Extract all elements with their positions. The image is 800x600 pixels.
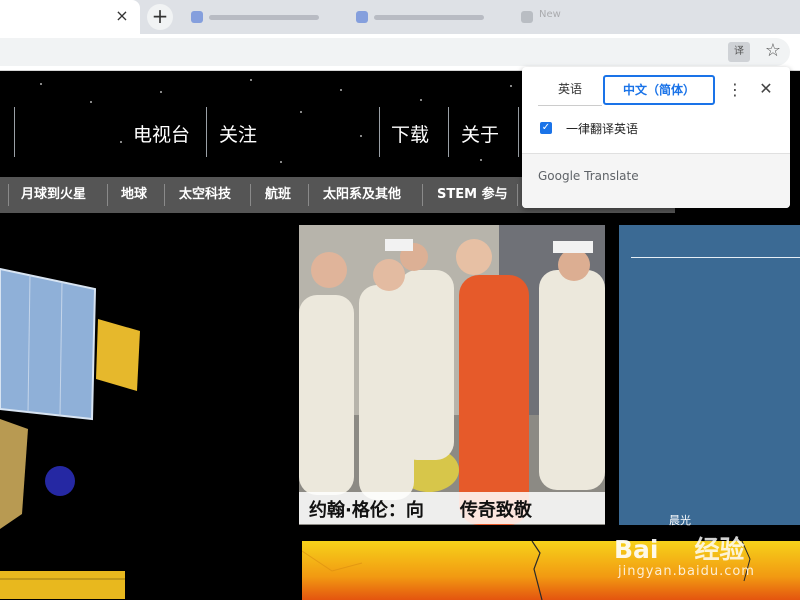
subnav-item-space-tech[interactable]: 太空科技 [179, 177, 231, 213]
subnav-divider [164, 184, 165, 206]
close-tab-icon[interactable]: × [112, 6, 132, 26]
nav-item-about[interactable]: 关于 [461, 120, 499, 147]
panel-divider [631, 257, 800, 258]
background-tab[interactable] [185, 6, 335, 28]
baidu-jingyan-watermark: Bai 经验 jingyan.baidu.com [610, 530, 800, 600]
translate-icon[interactable]: 译 [728, 42, 750, 62]
subnav-item-solar-system[interactable]: 太阳系及其他 [323, 177, 401, 213]
translate-popup: 英语 中文（简体） ⋮ ✕ ✓ 一律翻译英语 Google Translate [522, 67, 790, 208]
star-dot [300, 111, 302, 113]
always-translate-label[interactable]: 一律翻译英语 [566, 120, 638, 137]
nav-item-follow[interactable]: 关注 [219, 120, 257, 147]
tab-favicon-icon [521, 11, 533, 23]
nav-item-tv[interactable]: 电视台 [133, 120, 190, 147]
background-tab[interactable]: New [515, 6, 665, 28]
subnav-divider [422, 184, 423, 206]
feature-caption-text: 约翰·格伦：向 传奇致敬 [309, 500, 532, 521]
nav-divider [448, 107, 449, 157]
google-translate-brand: Google Translate [538, 169, 639, 183]
subnav-item-moon-to-mars[interactable]: 月球到火星 [21, 177, 86, 213]
star-dot [120, 141, 122, 143]
star-dot [360, 135, 362, 137]
nav-divider [206, 107, 207, 157]
target-language-tab[interactable]: 中文（简体） [603, 75, 715, 105]
star-dot [250, 79, 252, 81]
new-tab-button[interactable]: + [147, 4, 173, 30]
star-dot [480, 159, 482, 161]
subnav-divider [517, 184, 518, 206]
tab-favicon-icon [356, 11, 368, 23]
featured-panel[interactable]: 晨光 [619, 225, 800, 527]
nav-divider [379, 107, 380, 157]
subnav-divider [250, 184, 251, 206]
tab-title-blurred [374, 15, 484, 20]
star-dot [90, 101, 92, 103]
nav-divider [14, 107, 15, 157]
feature-caption[interactable]: 约翰·格伦：向 传奇致敬 [299, 492, 605, 524]
star-dot [160, 91, 162, 93]
astronauts-photo [299, 225, 605, 525]
bookmark-star-icon[interactable]: ☆ [763, 40, 783, 62]
tab-strip: × + New [0, 0, 800, 34]
tab-title-blurred [209, 15, 319, 20]
watermark-url: jingyan.baidu.com [618, 564, 755, 579]
popup-footer: Google Translate [522, 154, 790, 208]
source-language-tab[interactable]: 英语 [538, 75, 602, 103]
browser-toolbar [0, 34, 800, 71]
nav-divider [518, 107, 519, 157]
subnav-divider [308, 184, 309, 206]
tab-title: New [539, 9, 561, 20]
satellite-image [0, 267, 140, 599]
watermark-logo: Bai 经验 [614, 535, 745, 564]
star-dot [340, 89, 342, 91]
always-translate-checkbox[interactable]: ✓ [540, 122, 552, 134]
star-dot [510, 85, 512, 87]
star-dot [40, 83, 42, 85]
address-bar[interactable] [0, 38, 790, 66]
close-icon[interactable]: ✕ [756, 78, 776, 100]
panel-label: 晨光 [669, 514, 691, 527]
more-options-icon[interactable]: ⋮ [726, 79, 744, 101]
subnav-divider [8, 184, 9, 206]
background-tab[interactable] [350, 6, 500, 28]
active-tab[interactable]: × [0, 0, 140, 34]
subnav-item-stem[interactable]: STEM 参与 [437, 177, 508, 213]
tab-favicon-icon [191, 11, 203, 23]
source-tab-underline [538, 105, 602, 106]
subnav-divider [107, 184, 108, 206]
nav-item-download[interactable]: 下载 [391, 120, 429, 147]
subnav-item-flight[interactable]: 航班 [265, 177, 291, 213]
star-dot [420, 99, 422, 101]
star-dot [280, 161, 282, 163]
subnav-item-earth[interactable]: 地球 [121, 177, 147, 213]
feature-photo[interactable] [299, 225, 605, 525]
